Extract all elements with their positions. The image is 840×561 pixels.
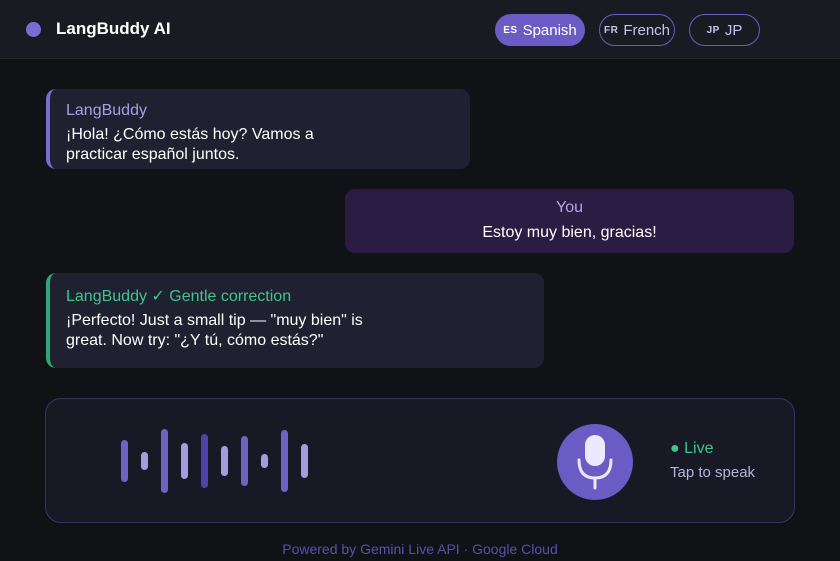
waveform-bar	[141, 451, 148, 471]
waveform-bar	[221, 445, 228, 477]
language-button-japanese[interactable]: JP JP	[689, 14, 760, 46]
language-code: JP	[706, 24, 720, 36]
language-label: French	[623, 21, 671, 39]
message-sender: You	[556, 199, 583, 216]
microphone-icon	[577, 435, 613, 490]
waveform-bar	[301, 443, 308, 479]
footer-credit: Powered by Gemini Live API · Google Clou…	[282, 541, 558, 557]
language-code: FR	[603, 24, 619, 36]
message-text: Estoy muy bien, gracias!	[482, 224, 657, 241]
language-code: ES	[503, 24, 518, 36]
voice-panel: ● Live Tap to speak	[45, 398, 795, 523]
waveform-bar	[181, 442, 188, 480]
chat-message-user: You Estoy muy bien, gracias!	[345, 189, 794, 253]
message-text: ¡Hola! ¿Cómo estás hoy? Vamos a practica…	[66, 126, 314, 163]
live-status: ● Live	[670, 440, 714, 457]
app-title: LangBuddy AI	[56, 19, 171, 38]
tap-to-speak-hint: Tap to speak	[670, 464, 756, 481]
message-sender: LangBuddy	[66, 102, 147, 119]
message-text: ¡Perfecto! Just a small tip — "muy bien"…	[66, 312, 363, 349]
waveform-bar	[261, 454, 268, 468]
message-sender: LangBuddy ✓ Gentle correction	[66, 288, 292, 305]
language-button-french[interactable]: FR French	[599, 14, 675, 46]
waveform-visualizer	[46, 399, 308, 524]
microphone-button[interactable]	[557, 424, 633, 500]
chat-message-bot: LangBuddy ¡Hola! ¿Cómo estás hoy? Vamos …	[46, 89, 470, 169]
waveform-bar	[161, 428, 168, 494]
language-label: Spanish	[522, 21, 577, 39]
waveform-bar	[121, 440, 128, 482]
language-button-spanish[interactable]: ES Spanish	[495, 14, 585, 46]
waveform-bar	[201, 434, 208, 488]
app-header: LangBuddy AI ES Spanish FR French JP JP	[0, 0, 840, 59]
language-label: JP	[724, 21, 743, 39]
logo-dot-icon	[26, 22, 41, 37]
waveform-bar	[281, 429, 288, 493]
waveform-bar	[241, 435, 248, 487]
chat-message-correction: LangBuddy ✓ Gentle correction ¡Perfecto!…	[46, 273, 544, 368]
